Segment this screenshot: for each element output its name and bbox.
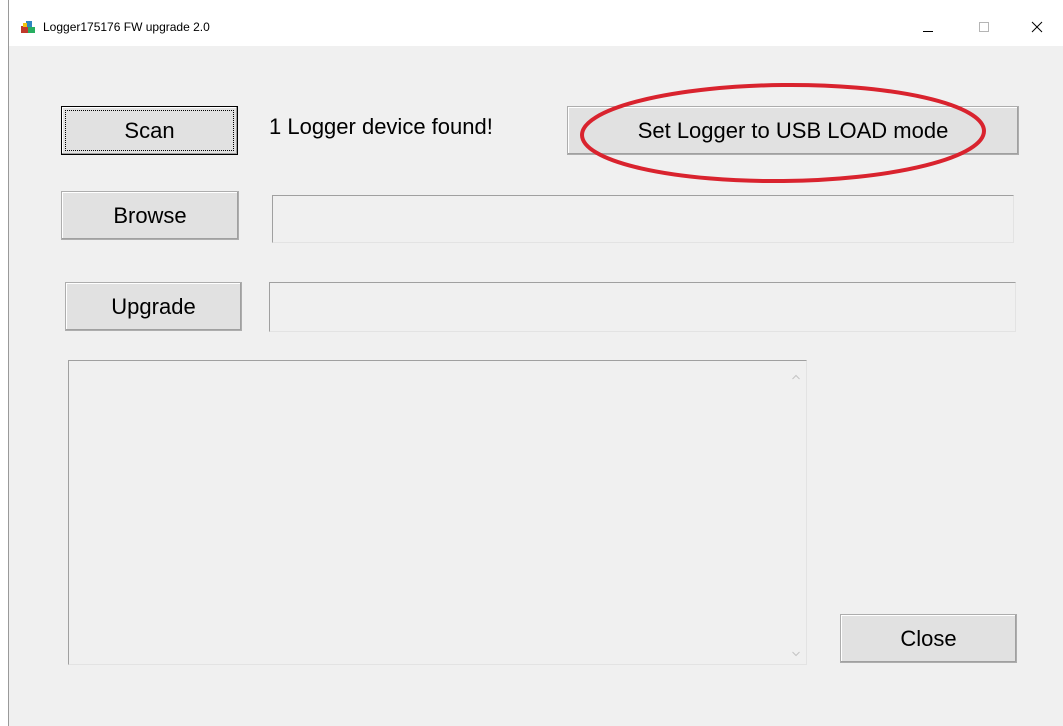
scroll-down-icon[interactable] [791,646,801,657]
close-window-button[interactable] [1017,12,1057,42]
close-icon [1031,21,1043,33]
scan-button[interactable]: Scan [61,106,238,155]
maximize-button[interactable] [964,12,1004,42]
upgrade-status-field[interactable] [269,282,1016,332]
window-title: Logger175176 FW upgrade 2.0 [43,20,210,34]
minimize-icon [923,31,933,32]
app-window: Logger175176 FW upgrade 2.0 Scan 1 Logge… [8,0,1063,726]
app-installer-icon [20,19,36,35]
scroll-up-icon[interactable] [791,369,801,380]
set-usb-load-mode-button[interactable]: Set Logger to USB LOAD mode [567,106,1019,155]
firmware-path-field[interactable] [272,195,1014,243]
log-output-box[interactable] [68,360,807,665]
browse-button[interactable]: Browse [61,191,239,240]
close-button[interactable]: Close [840,614,1017,663]
title-bar[interactable]: Logger175176 FW upgrade 2.0 [9,0,1063,46]
device-status-text: 1 Logger device found! [269,114,493,139]
minimize-button[interactable] [908,12,948,42]
log-scrollbar[interactable] [786,361,806,664]
upgrade-button[interactable]: Upgrade [65,282,242,331]
maximize-icon [979,22,989,32]
